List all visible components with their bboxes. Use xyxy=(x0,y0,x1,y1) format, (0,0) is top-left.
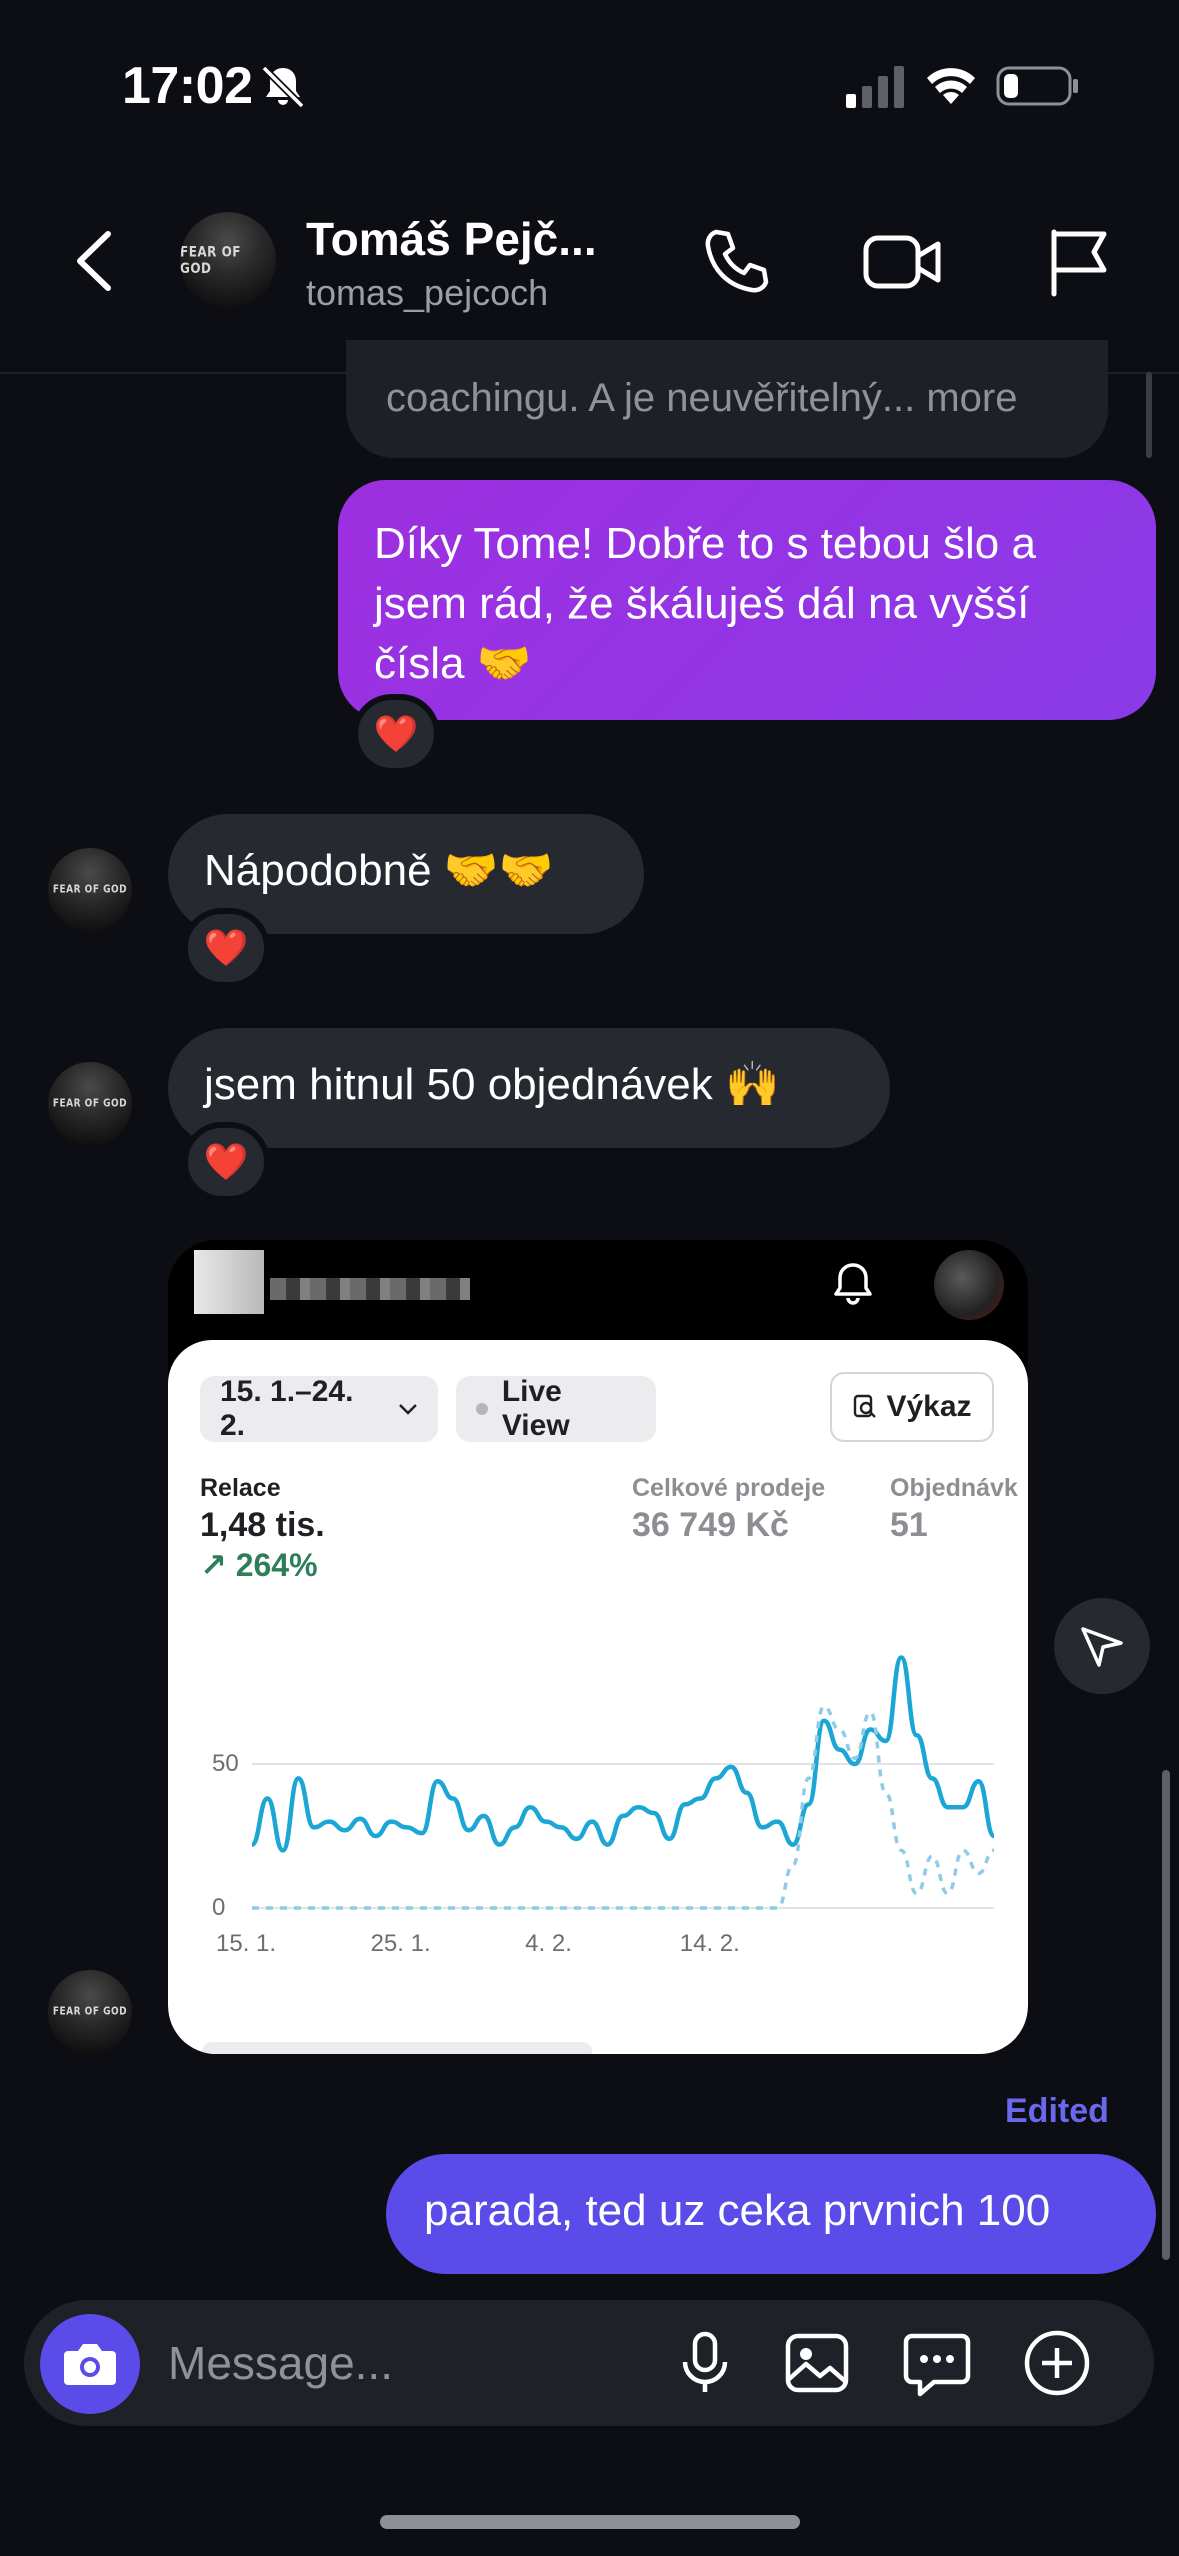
heart-icon: ❤️ xyxy=(373,713,419,754)
date-range-text: 15. 1.–24. 2. xyxy=(220,1375,354,1442)
y-tick-label: 0 xyxy=(212,1894,226,1921)
report-search-icon xyxy=(854,1394,877,1418)
metric-delta: ↗ 264% xyxy=(200,1547,318,1583)
camera-icon xyxy=(64,2344,116,2385)
message-text: Nápodobně 🤝🤝 xyxy=(204,846,554,895)
x-tick-label: 4. 2. xyxy=(525,1930,572,1957)
report-button-text: Výkaz xyxy=(886,1390,972,1423)
status-time: 17:02 xyxy=(122,57,253,115)
camera-button[interactable] xyxy=(40,2314,140,2414)
previous-message-bubble[interactable]: coachingu. A je neuvěřitelný... more xyxy=(346,340,1108,458)
battery-icon xyxy=(996,66,1078,106)
message-text: jsem hitnul 50 objednávek 🙌 xyxy=(204,1060,780,1109)
sessions-line-chart xyxy=(249,1655,997,1910)
scroll-indicator-top xyxy=(1146,372,1152,458)
contact-name[interactable]: Tomáš Pejč... xyxy=(306,212,597,266)
report-flag-icon[interactable] xyxy=(1046,226,1110,298)
notification-bell-icon xyxy=(834,1263,872,1305)
live-view-text: Live View xyxy=(501,1375,570,1442)
cellular-signal-icon xyxy=(846,66,904,108)
phone-call-icon[interactable] xyxy=(700,226,772,298)
chat-sticker-icon[interactable] xyxy=(902,2328,972,2398)
metric-label: Celkové prodeje xyxy=(632,1474,826,1502)
avatar-logo-text: FEAR OF GOD xyxy=(52,884,128,896)
heart-reaction[interactable]: ❤️ xyxy=(352,694,440,774)
sessions-series-line xyxy=(249,1655,997,1853)
send-paper-plane-icon xyxy=(1081,1627,1123,1667)
avatar-logo-text: FEAR OF GOD xyxy=(180,243,241,277)
bell-muted-icon xyxy=(261,65,305,109)
report-button: Výkaz xyxy=(830,1372,994,1442)
metric-value: 51 xyxy=(890,1506,928,1544)
contact-avatar[interactable]: FEAR OF GOD xyxy=(180,212,276,308)
analytics-panel: 15. 1.–24. 2. Live View Výkaz Relace 1,4… xyxy=(168,1340,1028,2054)
sender-avatar[interactable]: FEAR OF GOD xyxy=(48,1970,132,2054)
x-tick-label: 14. 2. xyxy=(679,1930,740,1957)
contact-username[interactable]: tomas_pejcoch xyxy=(306,272,548,314)
message-line: jsem rád, že škáluješ dál na vyšší xyxy=(374,579,1030,628)
wifi-icon xyxy=(927,68,975,104)
chevron-down-icon xyxy=(399,1404,417,1415)
home-indicator[interactable] xyxy=(380,2515,800,2529)
metric-value: 36 749 Kč xyxy=(632,1506,789,1544)
shared-screenshot-image[interactable]: 15. 1.–24. 2. Live View Výkaz Relace 1,4… xyxy=(168,1240,1028,2054)
back-arrow-icon[interactable] xyxy=(70,226,118,296)
metric-label: Relace xyxy=(200,1474,281,1502)
message-text: parada, ted uz ceka prvnich 100 xyxy=(424,2186,1051,2235)
x-tick-label: 15. 1. xyxy=(216,1930,277,1957)
comparison-series-line xyxy=(251,1704,995,1910)
live-dot-icon xyxy=(476,1403,488,1415)
pixelated-store-logo xyxy=(194,1250,470,1314)
sender-avatar[interactable]: FEAR OF GOD xyxy=(48,1062,132,1146)
heart-reaction[interactable]: ❤️ xyxy=(182,1122,270,1202)
y-tick-label: 50 xyxy=(212,1750,239,1777)
video-call-icon[interactable] xyxy=(862,226,944,298)
heart-icon: ❤️ xyxy=(203,927,249,968)
bottom-peek-tab xyxy=(202,2042,592,2054)
previous-message-text: coachingu. A je neuvěřitelný... more xyxy=(386,376,1018,420)
sender-avatar[interactable]: FEAR OF GOD xyxy=(48,848,132,932)
share-button[interactable] xyxy=(1054,1598,1150,1694)
incoming-message-bubble[interactable]: jsem hitnul 50 objednávek 🙌 xyxy=(168,1028,890,1148)
add-plus-icon[interactable] xyxy=(1022,2328,1092,2398)
outgoing-message-bubble[interactable]: parada, ted uz ceka prvnich 100 xyxy=(386,2154,1156,2274)
message-line: čísla 🤝 xyxy=(374,639,532,688)
avatar-logo-text: FEAR OF GOD xyxy=(52,1098,128,1110)
scrollbar[interactable] xyxy=(1162,1770,1170,2260)
edited-label: Edited xyxy=(1005,2092,1109,2130)
x-tick-label: 25. 1. xyxy=(370,1930,431,1957)
heart-reaction[interactable]: ❤️ xyxy=(182,908,270,988)
gallery-image-icon[interactable] xyxy=(782,2328,852,2398)
date-range-pill: 15. 1.–24. 2. xyxy=(200,1375,438,1442)
microphone-icon[interactable] xyxy=(670,2328,740,2398)
outgoing-message-bubble[interactable]: Díky Tome! Dobře to s tebou šlo a jsem r… xyxy=(338,480,1156,720)
avatar-logo-text: FEAR OF GOD xyxy=(52,2006,128,2018)
heart-icon: ❤️ xyxy=(203,1141,249,1182)
store-profile-avatar xyxy=(934,1250,1004,1320)
message-line: Díky Tome! Dobře to s tebou šlo a xyxy=(374,519,1036,568)
message-input[interactable]: Message... xyxy=(168,2336,393,2390)
metric-label: Objednávk xyxy=(890,1474,1018,1502)
live-view-pill: Live View xyxy=(456,1375,656,1442)
metric-value: 1,48 tis. xyxy=(200,1506,325,1544)
